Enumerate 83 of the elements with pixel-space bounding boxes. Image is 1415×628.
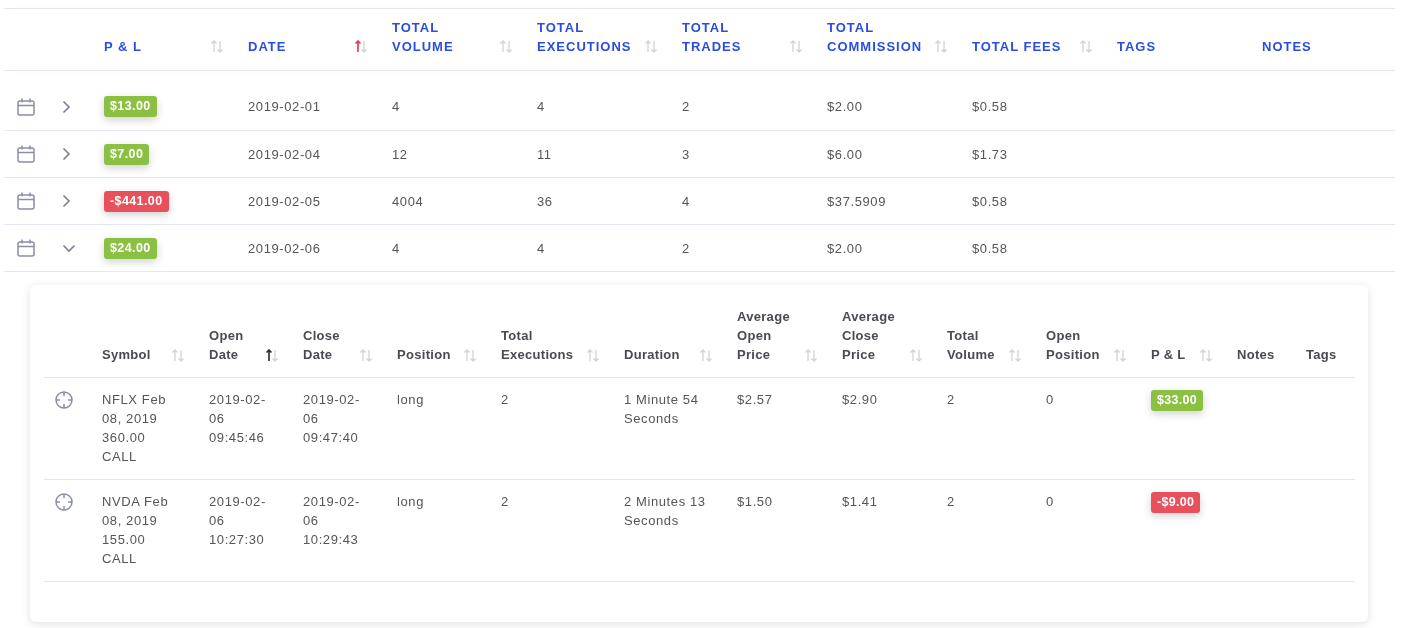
column-header: TOTAL TRADES xyxy=(682,19,743,56)
column-header: DATE xyxy=(248,38,287,56)
chevron-right-icon[interactable] xyxy=(62,194,71,208)
table-cell: 2 xyxy=(682,240,690,256)
column-header: Notes xyxy=(1237,345,1275,364)
column-header: Total Executions xyxy=(501,326,575,364)
table-cell: 2 xyxy=(501,493,509,509)
calendar-icon[interactable] xyxy=(16,238,36,258)
table-cell: 2 Minutes 13 Seconds xyxy=(624,493,706,528)
table-cell: $2.90 xyxy=(842,391,878,407)
table-cell: 1 Minute 54 Seconds xyxy=(624,391,699,426)
table-cell: long xyxy=(397,391,424,407)
table-cell: 12 xyxy=(392,146,408,162)
table-cell: 2019-02-04 xyxy=(248,146,321,162)
column-header: TOTAL FEES xyxy=(972,38,1062,56)
table-cell: $2.00 xyxy=(827,240,863,256)
column-header: P & L xyxy=(104,38,142,56)
column-header: Close Date xyxy=(303,326,341,364)
table-cell: 3 xyxy=(682,146,690,162)
column-header: Position xyxy=(397,345,451,364)
table-cell: $0.58 xyxy=(972,99,1008,114)
pnl-badge: $7.00 xyxy=(104,143,150,165)
table-cell: 4 xyxy=(392,240,400,256)
table-cell: $2.00 xyxy=(827,99,863,114)
pnl-badge: $33.00 xyxy=(1151,389,1204,411)
column-header: Average Close Price xyxy=(842,307,896,364)
crosshair-icon[interactable] xyxy=(54,491,74,512)
table-cell: 4 xyxy=(682,193,690,209)
table-cell: 11 xyxy=(537,146,552,162)
table-cell: 4 xyxy=(537,240,545,256)
table-cell: 2019-02-05 xyxy=(248,193,321,209)
table-cell: 2 xyxy=(947,391,955,407)
table-cell: 4004 xyxy=(392,193,424,209)
table-cell: 0 xyxy=(1046,391,1054,407)
column-header: NOTES xyxy=(1262,38,1312,56)
column-header: Average Open Price xyxy=(737,307,791,364)
pnl-badge: $24.00 xyxy=(104,237,157,259)
column-header: Open Date xyxy=(209,326,245,364)
calendar-icon[interactable] xyxy=(16,96,36,117)
column-header: Total Volume xyxy=(947,326,996,364)
crosshair-icon[interactable] xyxy=(54,389,74,410)
table-cell: 2019-02-06 10:27:30 xyxy=(209,493,266,547)
table-cell: $2.57 xyxy=(737,391,773,407)
table-cell: 2019-02-06 09:45:46 xyxy=(209,391,266,445)
column-header: Open Position xyxy=(1046,326,1101,364)
table-cell: 2019-02-06 10:29:43 xyxy=(303,493,360,547)
pnl-badge: -$441.00 xyxy=(104,190,169,212)
column-header: Tags xyxy=(1306,345,1337,364)
column-header: P & L xyxy=(1151,345,1186,364)
table-cell: 4 xyxy=(392,99,400,114)
table-cell: $0.58 xyxy=(972,193,1008,209)
table-cell: 2019-02-06 xyxy=(248,240,321,256)
chevron-down-icon[interactable] xyxy=(62,243,76,253)
column-header: TAGS xyxy=(1117,38,1157,56)
column-header: Duration xyxy=(624,345,680,364)
column-header: TOTAL VOLUME xyxy=(392,19,455,56)
chevron-right-icon[interactable] xyxy=(62,147,71,161)
chevron-right-icon[interactable] xyxy=(62,99,71,114)
table-cell: $37.5909 xyxy=(827,193,887,209)
table-cell: NVDA Feb 08, 2019 155.00 CALL xyxy=(102,493,169,566)
table-cell: $6.00 xyxy=(827,146,863,162)
table-cell: 4 xyxy=(537,99,545,114)
table-cell: long xyxy=(397,493,424,509)
pnl-badge: -$9.00 xyxy=(1151,491,1201,513)
table-cell: 2 xyxy=(947,493,955,509)
column-header: Symbol xyxy=(102,345,151,364)
table-cell: 2 xyxy=(682,99,690,114)
table-cell: 2019-02-01 xyxy=(248,99,321,114)
table-cell: NFLX Feb 08, 2019 360.00 CALL xyxy=(102,391,167,464)
pnl-badge: $13.00 xyxy=(104,96,157,117)
table-cell: $0.58 xyxy=(972,240,1008,256)
column-header: TOTAL EXECUTIONS xyxy=(537,19,633,56)
calendar-icon[interactable] xyxy=(16,191,36,211)
table-cell: 36 xyxy=(537,193,553,209)
table-cell: $1.50 xyxy=(737,493,773,509)
column-header: TOTAL COMMISSION xyxy=(827,19,924,56)
calendar-icon[interactable] xyxy=(16,144,36,164)
sort-icon[interactable] xyxy=(265,348,279,362)
table-cell: $1.41 xyxy=(842,493,878,509)
table-cell: 2 xyxy=(501,391,509,407)
table-cell: 0 xyxy=(1046,493,1054,509)
table-cell: $1.73 xyxy=(972,146,1008,162)
table-cell: 2019-02-06 09:47:40 xyxy=(303,391,360,445)
